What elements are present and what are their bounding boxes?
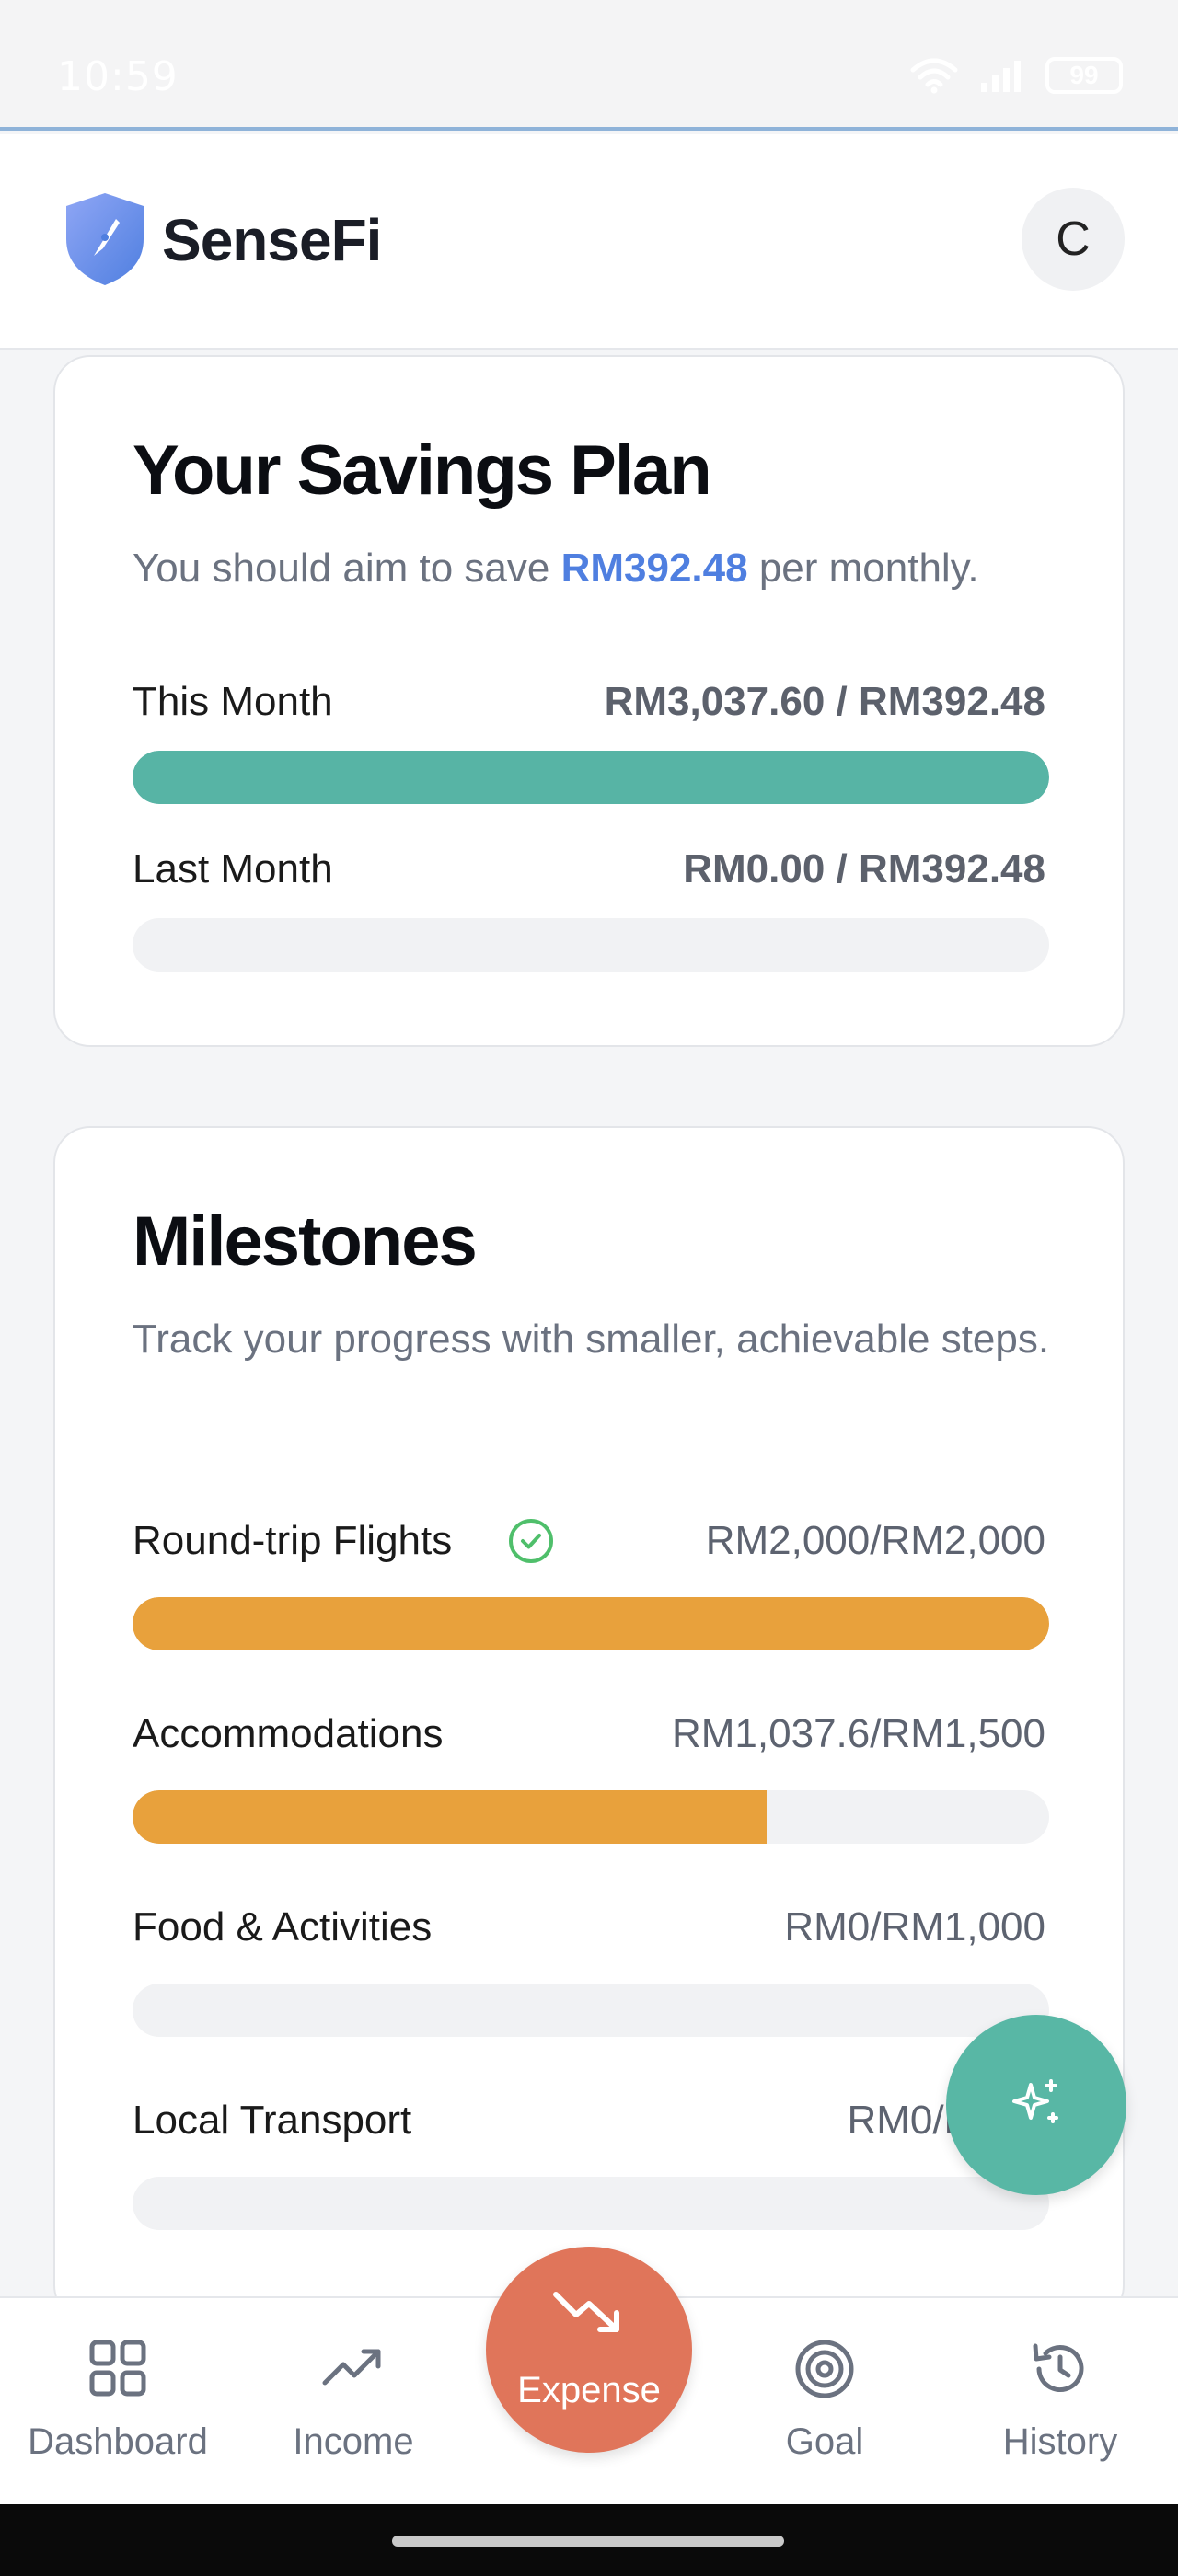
this-month-label: This Month [133, 679, 333, 724]
savings-plan-title: Your Savings Plan [133, 431, 712, 510]
nav-expense-label: Expense [517, 2370, 661, 2410]
trending-up-icon [322, 2349, 381, 2386]
system-navigation-bar [0, 2504, 1178, 2576]
signal-icon [981, 61, 1021, 92]
nav-goal-label: Goal [785, 2421, 864, 2462]
status-bar: 10:59 99 [0, 0, 1178, 131]
home-gesture-handle[interactable] [392, 2536, 784, 2547]
ai-assistant-fab[interactable] [946, 2015, 1126, 2195]
milestone-label: Local Transport [133, 2098, 412, 2143]
logo-shield-icon [66, 193, 144, 285]
milestone-label: Round-trip Flights [133, 1518, 453, 1563]
grid-icon [89, 2340, 146, 2397]
subtitle-suffix: per monthly. [747, 546, 979, 591]
milestone-progress-bar [133, 1984, 1049, 2037]
milestone-progress-fill [133, 1597, 1049, 1650]
milestone-value: RM0/RM1,000 [784, 1904, 1045, 1949]
nav-dashboard-label: Dashboard [28, 2421, 208, 2462]
sparkles-icon [1012, 2079, 1058, 2123]
nav-history[interactable]: History [959, 2298, 1161, 2506]
milestone-progress-bar [133, 1790, 1049, 1844]
milestone-progress-fill [133, 1790, 767, 1844]
check-circle-icon [509, 1519, 553, 1563]
subtitle-prefix: You should aim to save [133, 546, 561, 591]
avatar[interactable]: C [1022, 188, 1125, 291]
nav-goal[interactable]: Goal [723, 2298, 926, 2506]
milestone-value: RM1,037.6/RM1,500 [672, 1711, 1045, 1756]
app-header: SenseFi C [0, 134, 1178, 350]
history-icon [1033, 2343, 1084, 2393]
savings-amount: RM392.48 [560, 546, 748, 591]
status-icons: 99 [909, 57, 1123, 94]
this-month-progress-fill [133, 751, 1049, 804]
milestone-progress-bar [133, 2177, 1049, 2230]
last-month-progress-bar [133, 918, 1049, 972]
battery-icon: 99 [1045, 57, 1123, 94]
last-month-value: RM0.00 / RM392.48 [683, 846, 1045, 891]
this-month-value: RM3,037.60 / RM392.48 [604, 679, 1045, 724]
nav-history-label: History [1002, 2421, 1118, 2462]
milestone-progress-bar [133, 1597, 1049, 1650]
last-month-label: Last Month [133, 846, 333, 891]
milestone-label: Food & Activities [133, 1904, 433, 1949]
app-name: SenseFi [162, 207, 382, 273]
target-icon [795, 2340, 854, 2398]
wifi-icon [910, 58, 958, 94]
trending-down-icon [553, 2292, 619, 2332]
this-month-progress-bar [133, 751, 1049, 804]
nav-expense-button[interactable]: Expense [486, 2247, 692, 2453]
nav-income-label: Income [293, 2421, 414, 2462]
status-time: 10:59 [57, 53, 179, 100]
nav-income[interactable]: Income [252, 2298, 455, 2506]
milestones-subtitle: Track your progress with smaller, achiev… [133, 1317, 1050, 1362]
milestones-title: Milestones [133, 1202, 478, 1281]
savings-plan-card: Your Savings Plan You should aim to save… [53, 355, 1125, 1047]
milestone-label: Accommodations [133, 1711, 444, 1756]
nav-dashboard[interactable]: Dashboard [17, 2298, 219, 2506]
milestone-value: RM2,000/RM2,000 [705, 1518, 1045, 1563]
savings-plan-subtitle: You should aim to save RM392.48 per mont… [133, 535, 1071, 602]
